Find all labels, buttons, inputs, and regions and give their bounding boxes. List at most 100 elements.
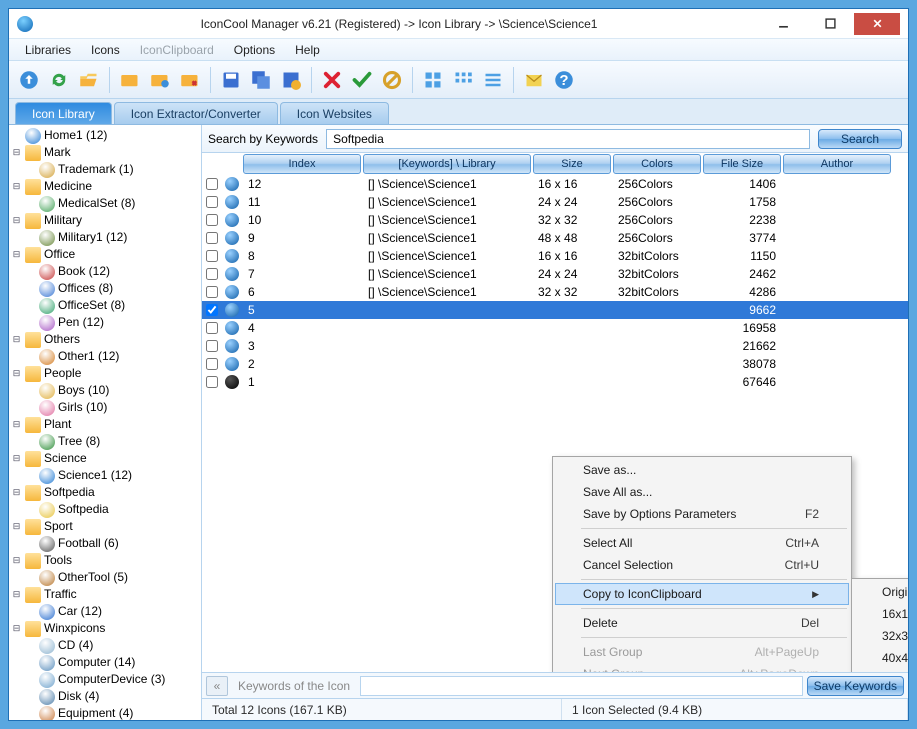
tree-label[interactable]: Office [44, 246, 75, 263]
tree-twist[interactable]: ⊟ [11, 419, 22, 430]
save-gear-icon[interactable] [277, 66, 305, 94]
row-checkbox[interactable] [206, 322, 218, 334]
tree-twist[interactable]: ⊟ [11, 623, 22, 634]
library-tree[interactable]: Home1 (12)⊟MarkTrademark (1)⊟MedicineMed… [9, 125, 202, 720]
column-header[interactable]: Index [243, 154, 361, 174]
save-keywords-button[interactable]: Save Keywords [807, 676, 904, 696]
tree-label[interactable]: Computer (14) [58, 654, 135, 671]
save-multi-icon[interactable] [247, 66, 275, 94]
icon-list[interactable]: Index[Keywords] \ LibrarySizeColorsFile … [202, 153, 908, 672]
tree-label[interactable]: Car (12) [58, 603, 102, 620]
tree-twist[interactable]: ⊟ [11, 215, 22, 226]
table-row[interactable]: 167646 [202, 373, 908, 391]
up-icon[interactable] [15, 66, 43, 94]
folder-a-icon[interactable] [116, 66, 144, 94]
table-row[interactable]: 10[] \Science\Science132 x 32256Colors22… [202, 211, 908, 229]
tree-label[interactable]: Equipment (4) [58, 705, 133, 720]
menu-item[interactable]: Cancel SelectionCtrl+U [555, 554, 849, 576]
menu-item[interactable]: 40x40(4) [854, 647, 908, 669]
tree-label[interactable]: Girls (10) [58, 399, 107, 416]
tree-label[interactable]: Pen (12) [58, 314, 104, 331]
tree-label[interactable]: OtherTool (5) [58, 569, 128, 586]
column-header[interactable]: Colors [613, 154, 701, 174]
menu-item[interactable]: Save by Options ParametersF2 [555, 503, 849, 525]
menu-item[interactable]: DeleteDel [555, 612, 849, 634]
tree-label[interactable]: People [44, 365, 81, 382]
minimize-button[interactable] [760, 13, 806, 35]
folder-open-icon[interactable] [75, 66, 103, 94]
tree-label[interactable]: Tree (8) [58, 433, 100, 450]
tree-label[interactable]: Softpedia [58, 501, 109, 518]
row-checkbox[interactable] [206, 196, 218, 208]
row-checkbox[interactable] [206, 340, 218, 352]
menu-options[interactable]: Options [224, 40, 285, 60]
row-checkbox[interactable] [206, 286, 218, 298]
tree-twist[interactable]: ⊟ [11, 368, 22, 379]
forbid-icon[interactable] [378, 66, 406, 94]
row-checkbox[interactable] [206, 214, 218, 226]
tree-label[interactable]: Tools [44, 552, 72, 569]
tree-label[interactable]: Disk (4) [58, 688, 99, 705]
menu-item[interactable]: Select AllCtrl+A [555, 532, 849, 554]
context-submenu[interactable]: Original Size(1)Ctrl+Alt+C16x16(2)32x32(… [851, 578, 908, 672]
tree-twist[interactable]: ⊟ [11, 453, 22, 464]
row-checkbox[interactable] [206, 358, 218, 370]
table-row[interactable]: 238078 [202, 355, 908, 373]
column-header[interactable]: [Keywords] \ Library [363, 154, 531, 174]
view-small-icon[interactable] [449, 66, 477, 94]
close-button[interactable] [854, 13, 900, 35]
tree-label[interactable]: Science [44, 450, 87, 467]
tree-label[interactable]: Science1 (12) [58, 467, 132, 484]
tree-label[interactable]: Plant [44, 416, 71, 433]
tab-icon-websites[interactable]: Icon Websites [280, 102, 389, 124]
help-icon[interactable]: ? [550, 66, 578, 94]
folder-c-icon[interactable] [176, 66, 204, 94]
tree-label[interactable]: Boys (10) [58, 382, 109, 399]
search-input[interactable] [326, 129, 810, 149]
column-header[interactable]: Author [783, 154, 891, 174]
tree-twist[interactable]: ⊟ [11, 181, 22, 192]
table-row[interactable]: 321662 [202, 337, 908, 355]
tree-label[interactable]: Home1 (12) [44, 127, 107, 144]
menu-item[interactable]: Copy to IconClipboard▶ [555, 583, 849, 605]
table-row[interactable]: 7[] \Science\Science124 x 2432bitColors2… [202, 265, 908, 283]
context-menu[interactable]: Save as...Save All as...Save by Options … [552, 456, 852, 672]
tree-label[interactable]: Military [44, 212, 82, 229]
table-row[interactable]: 12[] \Science\Science116 x 16256Colors14… [202, 175, 908, 193]
tree-label[interactable]: Mark [44, 144, 71, 161]
menu-item[interactable]: Original Size(1)Ctrl+Alt+C [854, 581, 908, 603]
tree-label[interactable]: ComputerDevice (3) [58, 671, 165, 688]
hint-prev-button[interactable]: « [206, 676, 228, 696]
row-checkbox[interactable] [206, 376, 218, 388]
tree-label[interactable]: Offices (8) [58, 280, 113, 297]
menu-item[interactable]: 32x32(3) [854, 625, 908, 647]
menu-item[interactable]: Save All as... [555, 481, 849, 503]
tree-twist[interactable]: ⊟ [11, 555, 22, 566]
row-checkbox[interactable] [206, 304, 218, 316]
tab-icon-library[interactable]: Icon Library [15, 102, 112, 124]
tree-twist[interactable]: ⊟ [11, 334, 22, 345]
menu-help[interactable]: Help [285, 40, 330, 60]
tree-label[interactable]: Medicine [44, 178, 92, 195]
tree-label[interactable]: Sport [44, 518, 73, 535]
row-checkbox[interactable] [206, 232, 218, 244]
tree-label[interactable]: MedicalSet (8) [58, 195, 135, 212]
tree-label[interactable]: Football (6) [58, 535, 119, 552]
row-checkbox[interactable] [206, 250, 218, 262]
maximize-button[interactable] [807, 13, 853, 35]
tree-label[interactable]: OfficeSet (8) [58, 297, 125, 314]
tree-twist[interactable]: ⊟ [11, 147, 22, 158]
tree-label[interactable]: Softpedia [44, 484, 95, 501]
tree-label[interactable]: Traffic [44, 586, 77, 603]
view-list-icon[interactable] [479, 66, 507, 94]
save-icon[interactable] [217, 66, 245, 94]
menu-item[interactable]: 16x16(2) [854, 603, 908, 625]
row-checkbox[interactable] [206, 178, 218, 190]
column-header[interactable]: Size [533, 154, 611, 174]
mail-icon[interactable] [520, 66, 548, 94]
table-row[interactable]: 8[] \Science\Science116 x 1632bitColors1… [202, 247, 908, 265]
tab-icon-extractor-converter[interactable]: Icon Extractor/Converter [114, 102, 278, 124]
refresh-icon[interactable] [45, 66, 73, 94]
menu-libraries[interactable]: Libraries [15, 40, 81, 60]
table-row[interactable]: 59662 [202, 301, 908, 319]
